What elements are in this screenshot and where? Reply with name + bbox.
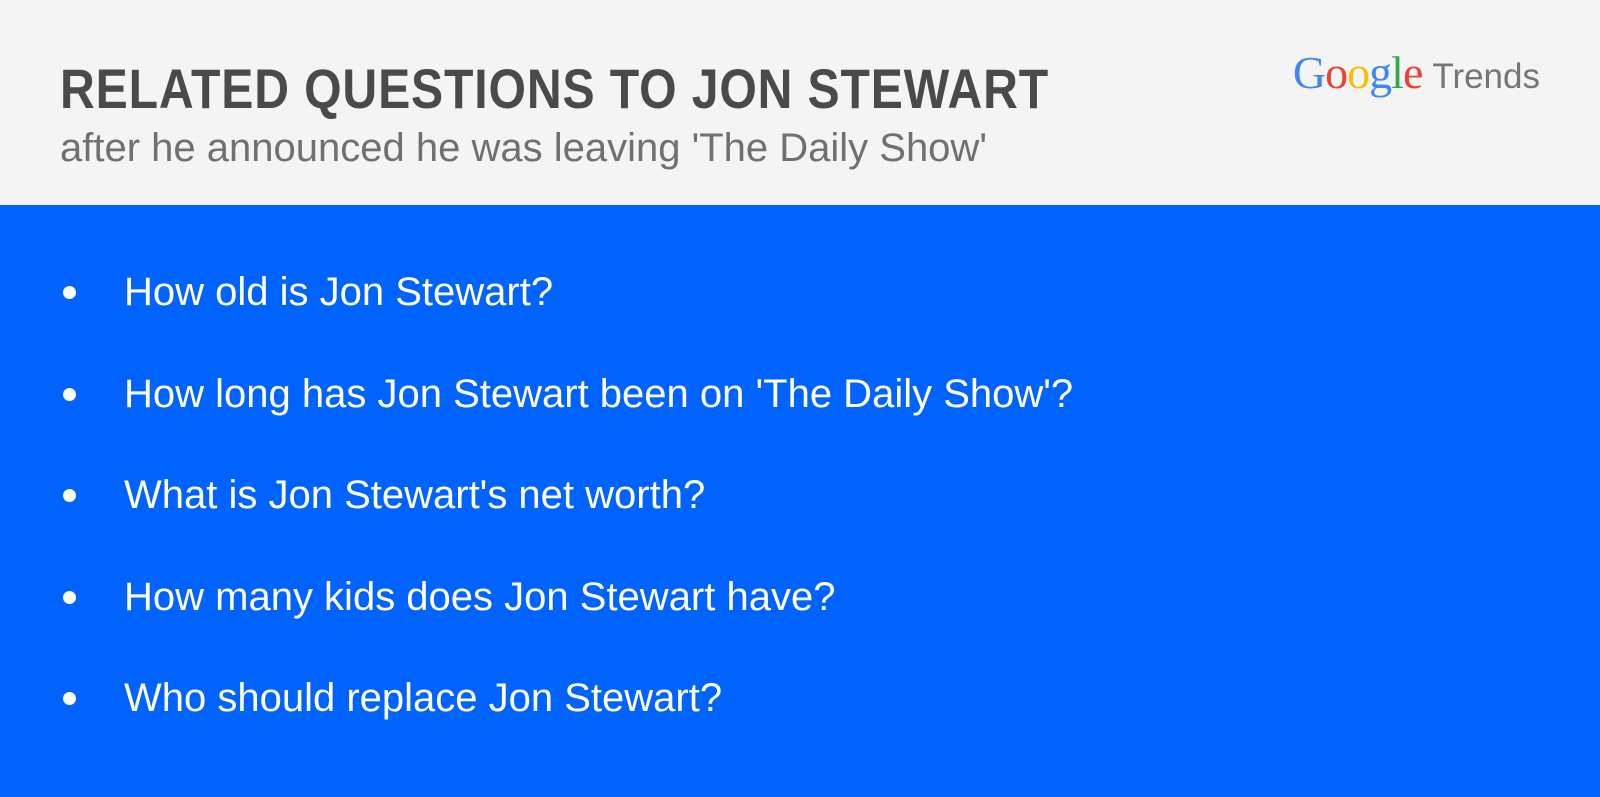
page-subtitle: after he announced he was leaving 'The D… — [60, 126, 987, 170]
google-trends-logo: Google Trends — [1293, 50, 1540, 96]
question-text: How many kids does Jon Stewart have? — [124, 574, 836, 619]
bullet-icon — [63, 286, 76, 299]
question-text: How old is Jon Stewart? — [124, 270, 554, 314]
bullet-icon — [63, 692, 76, 705]
bullet-icon — [63, 590, 76, 604]
questions-panel: How old is Jon Stewart? How long has Jon… — [0, 205, 1600, 797]
header: RELATED QUESTIONS TO JON STEWART after h… — [0, 0, 1600, 205]
question-text: Who should replace Jon Stewart? — [124, 676, 723, 720]
google-wordmark: Google — [1292, 47, 1423, 98]
bullet-icon — [63, 489, 76, 502]
trends-wordmark: Trends — [1432, 57, 1540, 96]
page-title: RELATED QUESTIONS TO JON STEWART — [60, 57, 1050, 120]
question-text: How long has Jon Stewart been on 'The Da… — [124, 371, 1074, 416]
question-text: What is Jon Stewart's net worth? — [124, 473, 706, 517]
bullet-icon — [63, 387, 76, 401]
